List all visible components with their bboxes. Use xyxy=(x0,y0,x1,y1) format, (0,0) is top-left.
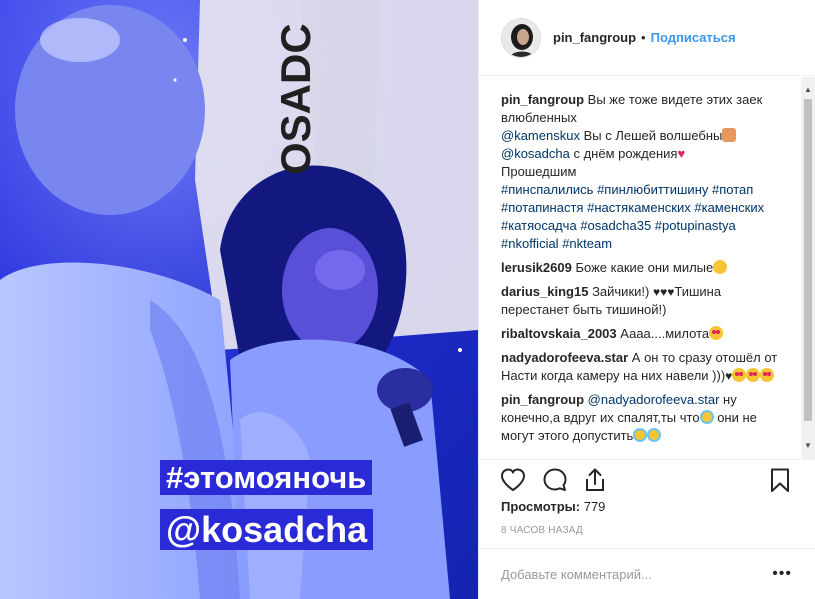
hashtag-link[interactable]: #каменских xyxy=(694,200,764,215)
mention-link[interactable]: @kamenskux xyxy=(501,128,580,143)
views-number: 779 xyxy=(583,499,606,514)
smile-emoji-icon xyxy=(713,260,728,274)
hashtag-link[interactable]: #пинлюбиттишину xyxy=(597,182,708,197)
heart-outline-icon[interactable] xyxy=(499,466,527,494)
hashtag-link[interactable]: #osadcha35 xyxy=(580,218,651,233)
comments-list: pin_fangroup Вы же тоже видете этих заек… xyxy=(479,77,815,459)
add-comment-bar: ••• xyxy=(479,548,815,599)
heart-emoji-icon: ♥♥♥ xyxy=(652,285,675,299)
caption-line: Вы с Лешей волшебны xyxy=(583,128,723,143)
comment-text: Боже какие они милые xyxy=(575,260,714,275)
comment-username[interactable]: pin_fangroup xyxy=(501,392,584,407)
comment-item: nadyadorofeeva.star А он то сразу отошёл… xyxy=(501,349,790,385)
post-header: pin_fangroup • Подписаться xyxy=(479,0,815,76)
comment-item: pin_fangroup @nadyadorofeeva.star ну кон… xyxy=(501,391,790,445)
couple-emoji-icon xyxy=(722,128,737,142)
share-icon[interactable] xyxy=(581,466,609,494)
heart-eyes-emoji-icon xyxy=(709,326,724,340)
tears-of-joy-emoji-icon xyxy=(647,428,662,442)
caption: pin_fangroup Вы же тоже видете этих заек… xyxy=(501,91,790,253)
caption-line: с днём рождения xyxy=(573,146,678,161)
caption-username[interactable]: pin_fangroup xyxy=(501,92,584,107)
mention-sticker: @kosadcha xyxy=(160,509,374,550)
hashtag-link[interactable]: #nkteam xyxy=(562,236,612,251)
comments-scrollbar[interactable]: ▲ ▼ xyxy=(801,77,815,459)
bookmark-icon[interactable] xyxy=(766,466,794,494)
comment-item: darius_king15 Зайчики!) ♥♥♥Тишина перест… xyxy=(501,283,790,319)
scroll-down-arrow-icon[interactable]: ▼ xyxy=(801,439,815,453)
caption-line: Прошедшим xyxy=(501,164,577,179)
hashtag-link[interactable]: #potupinastya xyxy=(655,218,736,233)
post-timestamp[interactable]: 8 часов назад xyxy=(501,525,583,536)
views-label: Просмотры: xyxy=(501,499,581,514)
mention-link[interactable]: @nadyadorofeeva.star xyxy=(588,392,720,407)
heart-emoji-icon: ♥ xyxy=(725,369,733,383)
action-bar xyxy=(479,459,815,499)
comment-item: lerusik2609 Боже какие они милые xyxy=(501,259,790,277)
heart-eyes-emoji-icon xyxy=(760,368,775,382)
comment-text: Зайчики!) xyxy=(592,284,650,299)
heart-eyes-emoji-icon xyxy=(732,368,747,382)
hashtag-link[interactable]: #потап xyxy=(712,182,753,197)
view-count: Просмотры: 779 xyxy=(501,499,605,514)
scrollbar-thumb[interactable] xyxy=(804,99,812,421)
hashtag-link[interactable]: #потапинастя xyxy=(501,200,583,215)
comment-username[interactable]: ribaltovskaia_2003 xyxy=(501,326,617,341)
broken-heart-emoji-icon: ♥ xyxy=(677,146,686,161)
heart-eyes-emoji-icon xyxy=(746,368,761,382)
comment-username[interactable]: darius_king15 xyxy=(501,284,588,299)
hashtag-link[interactable]: #nkofficial xyxy=(501,236,559,251)
tears-of-joy-emoji-icon xyxy=(699,410,714,424)
scroll-up-arrow-icon[interactable]: ▲ xyxy=(801,83,815,97)
hashtag-sticker: #этомояночь xyxy=(160,460,373,495)
hashtag-link[interactable]: #катяосадча xyxy=(501,218,577,233)
hashtag-link[interactable]: #настякаменских xyxy=(587,200,691,215)
mention-link[interactable]: @kosadcha xyxy=(501,146,570,161)
tears-of-joy-emoji-icon xyxy=(633,428,648,442)
hashtag-link[interactable]: #пинспалились xyxy=(501,182,593,197)
follow-button[interactable]: Подписаться xyxy=(651,30,736,45)
header-username[interactable]: pin_fangroup xyxy=(553,30,636,45)
more-options-icon[interactable]: ••• xyxy=(772,565,792,583)
avatar[interactable] xyxy=(501,17,541,58)
post-side-panel: pin_fangroup • Подписаться pin_fangroup … xyxy=(478,0,815,599)
comment-input[interactable] xyxy=(501,566,751,582)
post-video[interactable]: OSADC #этомояночь @kosadcha xyxy=(0,0,478,599)
comment-item: ribaltovskaia_2003 Аааа....милота xyxy=(501,325,790,343)
comment-username[interactable]: lerusik2609 xyxy=(501,260,572,275)
comment-username[interactable]: nadyadorofeeva.star xyxy=(501,350,628,365)
banner-text: OSADC xyxy=(272,23,319,175)
comment-text: Аааа....милота xyxy=(620,326,710,341)
speech-bubble-icon[interactable] xyxy=(541,466,569,494)
header-separator: • xyxy=(641,30,646,45)
